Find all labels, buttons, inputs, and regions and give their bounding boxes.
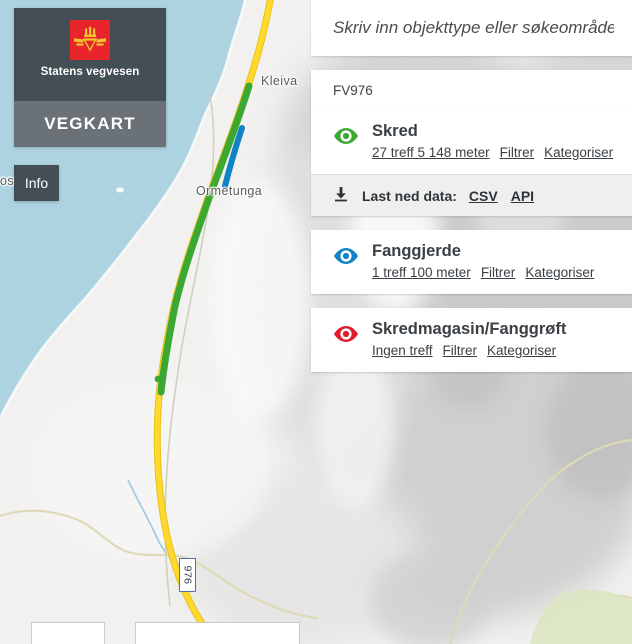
layer-filter-link-skredmagasin[interactable]: Filtrer <box>443 343 478 358</box>
layer-categorize-link-fanggjerde[interactable]: Kategoriser <box>525 265 594 280</box>
road-shield-976: 976 <box>179 558 196 592</box>
app-name-bar[interactable]: VEGKART <box>14 101 166 147</box>
bottom-widget-left[interactable] <box>31 622 105 644</box>
layer-hits-link-fanggjerde[interactable]: 1 treff 100 meter <box>372 265 471 280</box>
brand-logo-block[interactable]: Statens vegvesen VEGKART <box>14 8 166 147</box>
agency-name: Statens vegvesen <box>40 66 140 78</box>
search-input[interactable] <box>311 18 632 38</box>
vegkart-app: Kleiva Ormetunga ost 976 Statens vegvese… <box>0 0 632 644</box>
bottom-widget-scalebar[interactable] <box>135 622 300 644</box>
brand-logo-top: Statens vegvesen <box>14 8 166 101</box>
eye-icon-skredmagasin[interactable] <box>333 324 359 344</box>
layer-hits-link-skredmagasin[interactable]: Ingen treff <box>372 343 433 358</box>
download-row: Last ned data: CSV API <box>311 174 632 216</box>
download-csv-link[interactable]: CSV <box>469 188 498 204</box>
layer-hits-link-skred[interactable]: 27 treff 5 148 meter <box>372 145 490 160</box>
info-button-label: Info <box>24 175 49 191</box>
layer-card-skredmagasin[interactable]: Skredmagasin/Fanggrøft Ingen treff Filtre… <box>311 308 632 372</box>
statens-vegvesen-crest-icon <box>70 20 110 60</box>
skred-point <box>154 375 162 383</box>
eye-icon-fanggjerde[interactable] <box>333 246 359 266</box>
app-name: VEGKART <box>44 114 136 133</box>
layer-title-skredmagasin: Skredmagasin/Fanggrøft <box>372 320 567 338</box>
eye-icon-skred[interactable] <box>333 126 359 146</box>
road-shield-number: 976 <box>181 565 194 585</box>
layer-links-fanggjerde: 1 treff 100 meter Filtrer Kategoriser <box>372 264 594 282</box>
layer-card-fanggjerde[interactable]: Fanggjerde 1 treff 100 meter Filtrer Kateg… <box>311 230 632 294</box>
layer-categorize-link-skred[interactable]: Kategoriser <box>544 145 613 160</box>
info-button[interactable]: Info <box>14 165 59 201</box>
layer-card-skred: Skred 27 treff 5 148 meter Filtrer Kategor… <box>311 110 632 216</box>
layer-filter-link-fanggjerde[interactable]: Filtrer <box>481 265 516 280</box>
layer-title-skred: Skred <box>372 122 418 140</box>
search-card <box>311 0 632 56</box>
layer-categorize-link-skredmagasin[interactable]: Kategoriser <box>487 343 556 358</box>
layer-links-skredmagasin: Ingen treff Filtrer Kategoriser <box>372 342 566 360</box>
layer-filter-link-skred[interactable]: Filtrer <box>500 145 535 160</box>
query-text: FV976 <box>333 82 373 98</box>
layer-row-skred[interactable]: Skred 27 treff 5 148 meter Filtrer Kategor… <box>311 110 632 174</box>
layer-links-skred: 27 treff 5 148 meter Filtrer Kategoriser <box>372 144 613 162</box>
search-results-panel: FV976 Skred 27 treff 5 148 meter Filtrer K… <box>311 0 632 372</box>
download-icon <box>333 186 349 205</box>
download-label: Last ned data: <box>362 187 457 204</box>
layer-title-fanggjerde: Fanggjerde <box>372 242 461 260</box>
query-card[interactable]: FV976 <box>311 70 632 110</box>
download-api-link[interactable]: API <box>511 188 534 204</box>
